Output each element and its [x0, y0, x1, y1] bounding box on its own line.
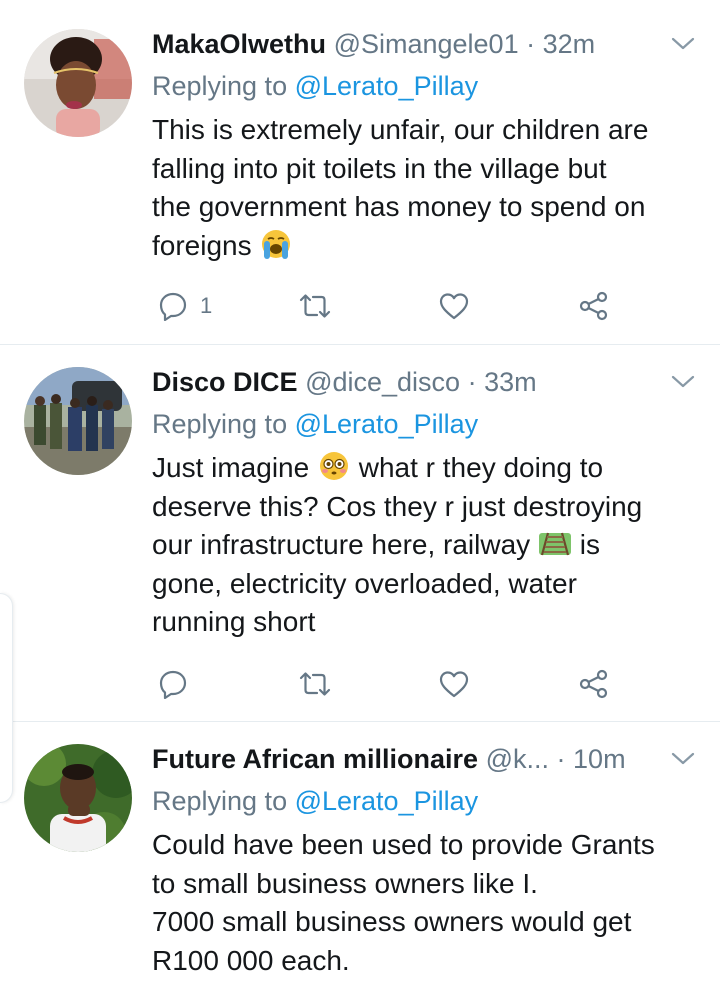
avatar[interactable] — [24, 744, 132, 852]
railway-track-emoji — [538, 532, 571, 556]
reply-icon — [159, 292, 187, 321]
retweet-icon — [299, 672, 331, 696]
tweet[interactable]: Disco DICE @dice_disco · 33m Replying to… — [0, 362, 720, 720]
reply-count: 1 — [200, 293, 213, 318]
tweet-text-line: R100 000 each. — [152, 944, 350, 976]
tweet-text-line: This is extremely unfair, our children a… — [152, 114, 649, 145]
retweet-icon — [299, 294, 331, 318]
tweet-text-line: to small business owners like I. — [152, 867, 538, 899]
tweet-text-line: 7000 small business owners would get — [152, 906, 632, 937]
replying-prefix: Replying to — [152, 786, 288, 816]
user-handle[interactable]: @Simangele01 — [334, 29, 519, 59]
timestamp[interactable]: 32m — [543, 29, 596, 59]
reply-icon — [159, 670, 187, 699]
display-name[interactable]: MakaOlwethu — [152, 29, 326, 59]
separator-dot: · — [467, 367, 477, 397]
display-name[interactable]: Disco DICE — [152, 367, 298, 397]
replying-to: Replying to @Lerato_Pillay — [152, 781, 478, 821]
replying-to: Replying to @Lerato_Pillay — [152, 404, 478, 444]
tweet-text: Could have been used to provide Grants t… — [152, 826, 697, 980]
tweet-text-line: foreigns — [152, 227, 697, 266]
tweet-text-line: deserve this? Cos they r just destroying — [152, 490, 643, 522]
chevron-down-icon[interactable] — [670, 32, 696, 54]
share-button[interactable] — [578, 286, 610, 326]
replying-prefix: Replying to — [152, 409, 288, 439]
tweet[interactable]: Future African millionaire @k... · 10m R… — [0, 739, 720, 1002]
chevron-down-icon[interactable] — [670, 747, 696, 769]
tweet-text-line: Could have been used to provide Grants — [152, 829, 655, 860]
reply-button[interactable] — [158, 664, 188, 704]
like-icon — [439, 293, 469, 320]
user-handle[interactable]: @k... — [486, 744, 549, 774]
divider — [0, 344, 720, 345]
separator-dot: · — [526, 29, 536, 59]
tweet-actions: 1 — [152, 286, 632, 326]
tweet-actions — [152, 664, 632, 704]
mention-link[interactable]: @Lerato_Pillay — [295, 786, 479, 816]
tweet-text: Just imagine what r they doing to deserv… — [152, 449, 697, 642]
tweet-text: This is extremely unfair, our children a… — [152, 111, 697, 265]
like-button[interactable] — [438, 286, 470, 326]
like-icon — [439, 671, 469, 698]
replying-prefix: Replying to — [152, 71, 288, 101]
flushed-face-emoji — [319, 452, 348, 480]
tweet-header: Future African millionaire @k... · 10m — [152, 739, 680, 779]
timestamp[interactable]: 10m — [573, 744, 626, 774]
reply-button[interactable]: 1 — [158, 286, 212, 326]
display-name[interactable]: Future African millionaire — [152, 744, 478, 774]
separator-dot: · — [556, 744, 566, 774]
tweet-text-line: Just imagine what r they doing to — [152, 452, 604, 483]
like-button[interactable] — [438, 664, 470, 704]
avatar[interactable] — [24, 29, 132, 137]
tweet[interactable]: MakaOlwethu @Simangele01 · 32m Replying … — [0, 24, 720, 344]
side-panel-edge[interactable] — [0, 593, 13, 803]
timestamp[interactable]: 33m — [484, 367, 537, 397]
mention-link[interactable]: @Lerato_Pillay — [295, 409, 479, 439]
tweet-text-line: running short — [152, 606, 316, 637]
tweet-text-line: falling into pit toilets in the village … — [152, 152, 607, 184]
user-handle[interactable]: @dice_disco — [305, 367, 460, 397]
chevron-down-icon[interactable] — [670, 370, 696, 392]
loudly-crying-face-emoji — [262, 229, 291, 259]
replying-to: Replying to @Lerato_Pillay — [152, 66, 478, 106]
share-icon — [579, 291, 608, 321]
avatar[interactable] — [24, 367, 132, 475]
share-icon — [579, 669, 608, 699]
divider — [0, 721, 720, 722]
retweet-button[interactable] — [298, 286, 332, 326]
share-button[interactable] — [578, 664, 610, 704]
retweet-button[interactable] — [298, 664, 332, 704]
mention-link[interactable]: @Lerato_Pillay — [295, 71, 479, 101]
tweet-text-line: our infrastructure here, railway is — [152, 529, 600, 560]
tweet-header: Disco DICE @dice_disco · 33m — [152, 362, 680, 402]
tweet-text-line: the government has money to spend on — [152, 191, 646, 222]
tweet-text-line: gone, electricity overloaded, water — [152, 567, 577, 599]
tweet-header: MakaOlwethu @Simangele01 · 32m — [152, 24, 680, 64]
